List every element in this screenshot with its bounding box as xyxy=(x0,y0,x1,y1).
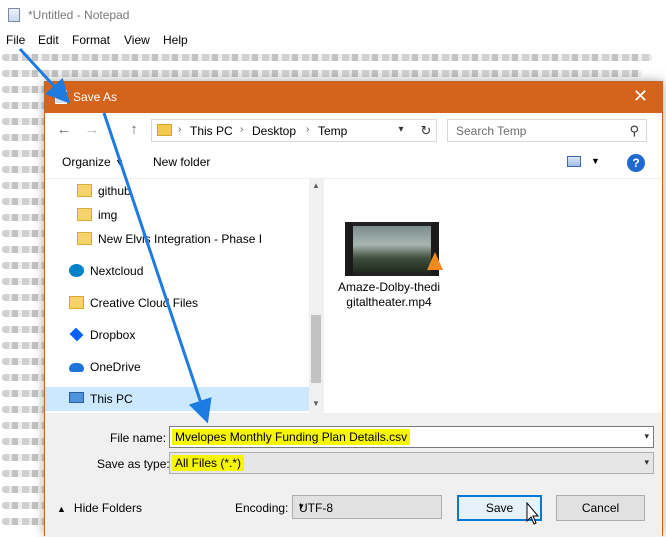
organize-button[interactable]: Organize xyxy=(62,155,111,169)
search-placeholder: Search Temp xyxy=(456,124,527,138)
menu-view[interactable]: View xyxy=(124,33,150,47)
sidebar-item-new-elvis-integration[interactable]: New Elvis Integration - Phase I xyxy=(45,227,309,251)
file-name-field-label: File name: xyxy=(110,431,167,445)
dialog-title: Save As xyxy=(73,90,118,104)
sidebar-item-creative-cloud[interactable]: Creative Cloud Files xyxy=(45,291,309,315)
navigation-scrollbar[interactable]: ▲ ▼ xyxy=(309,179,323,413)
breadcrumb-chevron-icon[interactable]: › xyxy=(240,124,243,135)
onedrive-icon xyxy=(69,363,84,372)
up-arrow-icon[interactable]: ↑ xyxy=(125,121,143,139)
folder-icon xyxy=(157,124,172,136)
sidebar-item-label: This PC xyxy=(90,392,133,406)
video-file-icon[interactable] xyxy=(345,222,443,276)
new-folder-button[interactable]: New folder xyxy=(153,155,210,169)
view-dropdown-icon[interactable]: ▼ xyxy=(591,156,600,166)
sidebar-item-label: Creative Cloud Files xyxy=(90,296,199,310)
organize-dropdown-icon[interactable]: ▼ xyxy=(115,157,124,167)
nextcloud-icon xyxy=(69,264,84,277)
folder-synced-icon xyxy=(77,232,92,245)
sidebar-item-label: Nextcloud xyxy=(90,264,144,278)
sidebar-item-label: Dropbox xyxy=(90,328,136,342)
sidebar-item-nextcloud[interactable]: Nextcloud xyxy=(45,259,309,283)
dialog-toolbar: Organize ▼ New folder ▼ ? xyxy=(45,147,662,179)
notepad-doc-icon xyxy=(55,90,67,104)
breadcrumb-chevron-icon[interactable]: › xyxy=(178,124,181,135)
folder-icon xyxy=(77,208,92,221)
menu-help[interactable]: Help xyxy=(163,33,188,47)
sidebar-item-this-pc[interactable]: This PC xyxy=(45,387,309,411)
close-icon[interactable]: ✕ xyxy=(633,86,648,106)
sidebar-item-label: OneDrive xyxy=(90,360,141,374)
sidebar-item-dropbox[interactable]: Dropbox xyxy=(45,323,309,347)
breadcrumb-this-pc[interactable]: This PC xyxy=(190,124,233,138)
save-as-type-value: All Files (*.*) xyxy=(172,455,245,471)
chevron-up-icon: ▲ xyxy=(57,504,66,514)
back-arrow-icon[interactable]: ← xyxy=(55,121,73,139)
scroll-up-icon[interactable]: ▲ xyxy=(312,181,320,190)
sidebar-item-label: github xyxy=(98,184,131,198)
search-input[interactable]: Search Temp ⚲ xyxy=(447,119,647,142)
video-thumbnail xyxy=(353,226,431,272)
this-pc-icon xyxy=(69,392,84,403)
sidebar-item-onedrive[interactable]: OneDrive xyxy=(45,355,309,379)
notepad-window-title: *Untitled - Notepad xyxy=(28,8,130,22)
file-name-value: Mvelopes Monthly Funding Plan Details.cs… xyxy=(172,429,411,445)
file-name-field[interactable]: Mvelopes Monthly Funding Plan Details.cs… xyxy=(169,426,654,448)
encoding-label: Encoding: xyxy=(235,501,289,515)
chevron-down-icon[interactable]: ▾ xyxy=(299,501,436,512)
blurred-text-line xyxy=(2,54,652,61)
hide-folders-button[interactable]: ▲ Hide Folders xyxy=(57,501,142,515)
cancel-button[interactable]: Cancel xyxy=(556,495,645,521)
navigation-bar: ← → ↑ › This PC › Desktop › Temp ▾ ↻ Sea… xyxy=(45,113,662,147)
help-icon[interactable]: ? xyxy=(627,154,645,172)
save-as-type-select[interactable]: All Files (*.*) ▾ xyxy=(169,452,654,474)
menu-format[interactable]: Format xyxy=(72,33,110,47)
save-button[interactable]: Save xyxy=(457,495,542,521)
hide-folders-label: Hide Folders xyxy=(73,501,142,515)
chevron-down-icon[interactable]: ▾ xyxy=(644,431,649,442)
save-as-dialog: Save As ✕ ← → ↑ › This PC › Desktop › Te… xyxy=(44,81,663,537)
scrollbar-thumb[interactable] xyxy=(311,315,321,383)
sidebar-item-img[interactable]: img xyxy=(45,203,309,227)
save-as-type-label: Save as type: xyxy=(97,457,170,471)
save-options-panel: File name: Mvelopes Monthly Funding Plan… xyxy=(45,413,662,537)
dialog-title-bar: Save As ✕ xyxy=(45,82,662,113)
menu-file[interactable]: File xyxy=(6,33,25,47)
encoding-select[interactable]: UTF-8 ▾ xyxy=(292,495,442,519)
folder-icon xyxy=(77,184,92,197)
blurred-text-line xyxy=(2,70,642,77)
breadcrumb-chevron-icon[interactable]: › xyxy=(306,124,309,135)
scroll-down-icon[interactable]: ▼ xyxy=(312,399,320,408)
creative-cloud-icon xyxy=(69,296,84,309)
address-dropdown-icon[interactable]: ▾ xyxy=(393,119,409,142)
file-list-pane: Amaze-Dolby-thedigitaltheater.mp4 xyxy=(324,179,662,413)
sidebar-item-label: img xyxy=(98,208,118,222)
forward-arrow-icon[interactable]: → xyxy=(83,121,101,139)
sidebar-item-github[interactable]: github xyxy=(45,179,309,203)
refresh-icon[interactable]: ↻ xyxy=(416,119,437,142)
chevron-down-icon[interactable]: ▾ xyxy=(644,457,649,468)
breadcrumb-temp[interactable]: Temp xyxy=(318,124,347,138)
notepad-title-bar: *Untitled - Notepad xyxy=(0,0,666,30)
dropbox-icon xyxy=(69,327,84,342)
notepad-icon xyxy=(8,8,20,22)
menu-edit[interactable]: Edit xyxy=(38,33,59,47)
sidebar-item-label: New Elvis Integration - Phase I xyxy=(98,232,263,246)
vlc-cone-icon xyxy=(427,252,443,270)
breadcrumb-desktop[interactable]: Desktop xyxy=(252,124,296,138)
notepad-menu-bar: File Edit Format View Help xyxy=(0,30,666,50)
navigation-pane: github img New Elvis Integration - Phase… xyxy=(45,179,323,413)
view-options-icon[interactable] xyxy=(567,156,581,167)
file-name-label[interactable]: Amaze-Dolby-thedigitaltheater.mp4 xyxy=(336,280,442,310)
search-icon[interactable]: ⚲ xyxy=(629,123,639,139)
